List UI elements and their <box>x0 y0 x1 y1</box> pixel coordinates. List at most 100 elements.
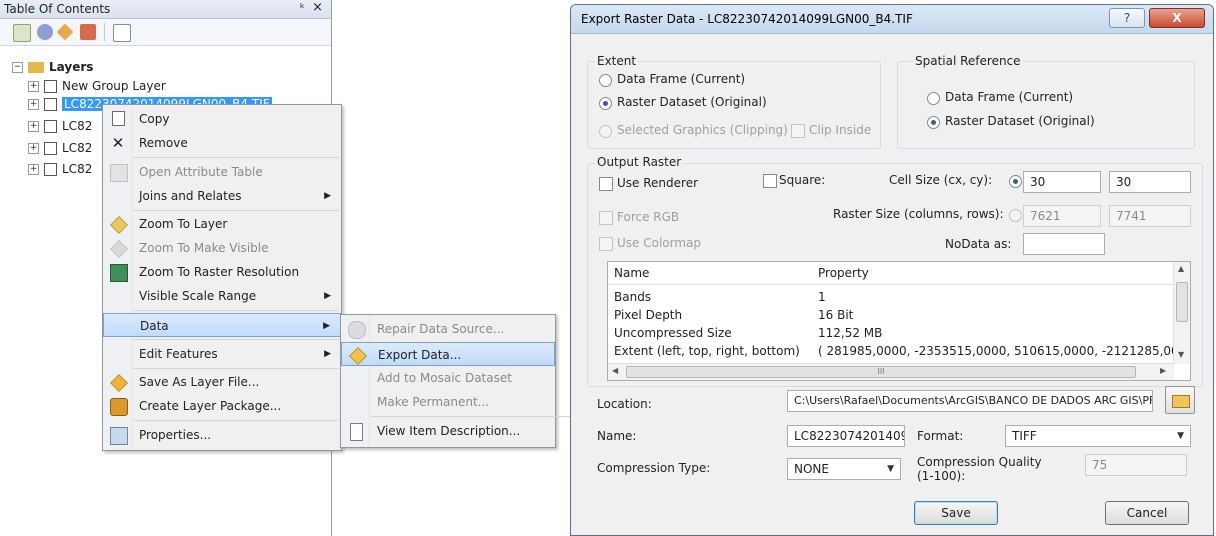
list-by-selection-icon[interactable] <box>80 24 96 40</box>
menu-item-zoom-to-raster-resolution[interactable]: Zoom To Raster Resolution <box>103 260 341 284</box>
menu-item-save-as-layer-file[interactable]: Save As Layer File... <box>103 370 341 394</box>
menu-item-zoom-to-make-visible[interactable]: Zoom To Make Visible <box>103 236 341 260</box>
menu-item-export-data[interactable]: Export Data... <box>341 342 555 366</box>
column-header-name[interactable]: Name <box>614 266 649 280</box>
scroll-left-icon[interactable]: ◀ <box>612 366 618 375</box>
menu-item-label: Data <box>140 319 169 333</box>
pin-icon[interactable]: ᵏ <box>300 1 305 15</box>
clip-inside-checkbox[interactable] <box>791 124 805 138</box>
menu-item-view-item-description[interactable]: View Item Description... <box>341 419 555 443</box>
remove-icon: ✕ <box>111 134 125 152</box>
chevron-down-icon: ▼ <box>887 464 894 474</box>
use-renderer-checkbox[interactable] <box>599 177 613 191</box>
menu-item-copy[interactable]: Copy <box>103 107 341 131</box>
menu-item-label: Make Permanent... <box>377 395 490 409</box>
scroll-right-icon[interactable]: ▶ <box>1160 366 1166 375</box>
scroll-up-icon[interactable]: ▲ <box>1178 264 1184 273</box>
location-input[interactable]: C:\Users\Rafael\Documents\ArcGIS\BANCO D… <box>787 390 1153 412</box>
layer-item[interactable]: + LC82 <box>28 139 92 157</box>
layer-context-menu: Copy ✕ Remove Open Attribute Table Joins… <box>102 104 342 451</box>
column-header-property[interactable]: Property <box>818 266 869 280</box>
menu-item-visible-scale-range[interactable]: Visible Scale Range ▶ <box>103 284 341 308</box>
clip-inside-label: Clip Inside <box>809 123 872 137</box>
menu-item-create-layer-package[interactable]: Create Layer Package... <box>103 394 341 418</box>
compression-quality-label: Compression Quality (1-100): <box>917 455 1042 483</box>
copy-icon <box>112 111 125 126</box>
extent-data-frame-label: Data Frame (Current) <box>617 72 746 86</box>
sr-data-frame-radio[interactable] <box>927 92 940 105</box>
layer-visibility-checkbox[interactable] <box>44 80 57 93</box>
zoom-visible-icon <box>110 240 128 258</box>
list-by-source-icon[interactable] <box>37 24 53 40</box>
toc-close-icon[interactable]: × <box>312 0 323 15</box>
browse-folder-button[interactable] <box>1165 386 1195 414</box>
menu-item-add-to-mosaic-dataset[interactable]: Add to Mosaic Dataset <box>341 366 555 390</box>
expand-icon[interactable]: + <box>28 164 39 175</box>
menu-item-remove[interactable]: ✕ Remove <box>103 131 341 155</box>
extent-selected-graphics-radio[interactable] <box>599 125 612 138</box>
nodata-input[interactable] <box>1023 233 1105 255</box>
extent-data-frame-radio[interactable] <box>599 74 612 87</box>
layer-visibility-checkbox[interactable] <box>44 163 57 176</box>
layer-visibility-checkbox[interactable] <box>44 142 57 155</box>
use-colormap-checkbox[interactable] <box>599 237 613 251</box>
compression-type-select[interactable]: NONE ▼ <box>787 458 901 480</box>
cell-size-radio[interactable] <box>1009 175 1022 188</box>
expand-icon[interactable]: + <box>28 81 39 92</box>
menu-item-repair-data-source[interactable]: Repair Data Source... <box>341 317 555 341</box>
menu-item-joins-and-relates[interactable]: Joins and Relates ▶ <box>103 184 341 208</box>
list-by-visibility-icon[interactable] <box>56 23 74 41</box>
force-rgb-checkbox[interactable] <box>599 211 613 225</box>
menu-item-zoom-to-layer[interactable]: Zoom To Layer <box>103 212 341 236</box>
menu-item-edit-features[interactable]: Edit Features ▶ <box>103 342 341 366</box>
columns-input[interactable]: 7621 <box>1023 205 1101 227</box>
property-value: 1 <box>818 290 826 304</box>
help-button[interactable]: ? <box>1109 8 1145 28</box>
expand-icon[interactable]: + <box>28 143 39 154</box>
property-name: Pixel Depth <box>614 308 683 322</box>
layers-root[interactable]: − Layers <box>12 58 93 76</box>
menu-item-label: View Item Description... <box>377 424 521 438</box>
raster-size-radio[interactable] <box>1009 209 1022 222</box>
expand-icon[interactable]: + <box>28 121 39 132</box>
dialog-close-button[interactable]: X <box>1149 8 1205 28</box>
property-name: Extent (left, top, right, bottom) <box>614 344 800 358</box>
cancel-button[interactable]: Cancel <box>1105 501 1189 525</box>
collapse-icon[interactable]: − <box>12 62 23 73</box>
menu-item-label: Properties... <box>139 428 212 442</box>
menu-item-data[interactable]: Data ▶ <box>103 313 341 337</box>
cell-size-cy-input[interactable]: 30 <box>1109 171 1191 193</box>
layer-item[interactable]: + LC82 <box>28 117 92 135</box>
vertical-scrollbar[interactable]: ▲ ▼ <box>1173 262 1190 364</box>
extent-raster-dataset-radio[interactable] <box>599 97 612 110</box>
vertical-scroll-thumb[interactable] <box>1176 282 1188 322</box>
raster-properties-list[interactable]: Name Property Bands 1 Pixel Depth 16 Bit… <box>607 261 1191 381</box>
save-button[interactable]: Save <box>914 501 998 525</box>
export-icon <box>349 347 367 365</box>
expand-icon[interactable]: + <box>28 99 39 110</box>
list-by-drawing-order-icon[interactable] <box>13 24 31 42</box>
menu-item-make-permanent[interactable]: Make Permanent... <box>341 390 555 414</box>
menu-item-label: Add to Mosaic Dataset <box>377 371 512 385</box>
property-row: Bands 1 <box>608 288 1174 307</box>
layer-item[interactable]: + New Group Layer <box>28 77 166 95</box>
layer-item[interactable]: + LC82 <box>28 160 92 178</box>
horizontal-scroll-thumb[interactable]: III <box>626 366 1136 378</box>
sr-raster-dataset-radio[interactable] <box>927 116 940 129</box>
menu-separator <box>133 157 339 158</box>
menu-item-properties[interactable]: Properties... <box>103 423 341 447</box>
layer-visibility-checkbox[interactable] <box>44 98 57 111</box>
square-checkbox[interactable] <box>763 174 777 188</box>
horizontal-scrollbar[interactable]: ◀ III ▶ <box>608 363 1174 380</box>
layer-label: LC82 <box>62 162 93 176</box>
menu-item-open-attribute-table[interactable]: Open Attribute Table <box>103 160 341 184</box>
options-icon[interactable] <box>113 24 131 42</box>
name-input[interactable]: LC82230742014099 <box>787 425 905 447</box>
compression-quality-input[interactable]: 75 <box>1085 454 1187 476</box>
cell-size-cx-input[interactable]: 30 <box>1023 171 1101 193</box>
rows-input[interactable]: 7741 <box>1109 205 1191 227</box>
scroll-down-icon[interactable]: ▼ <box>1178 350 1184 359</box>
format-select[interactable]: TIFF ▼ <box>1005 425 1191 447</box>
layer-visibility-checkbox[interactable] <box>44 120 57 133</box>
extent-label: Extent <box>595 54 639 68</box>
